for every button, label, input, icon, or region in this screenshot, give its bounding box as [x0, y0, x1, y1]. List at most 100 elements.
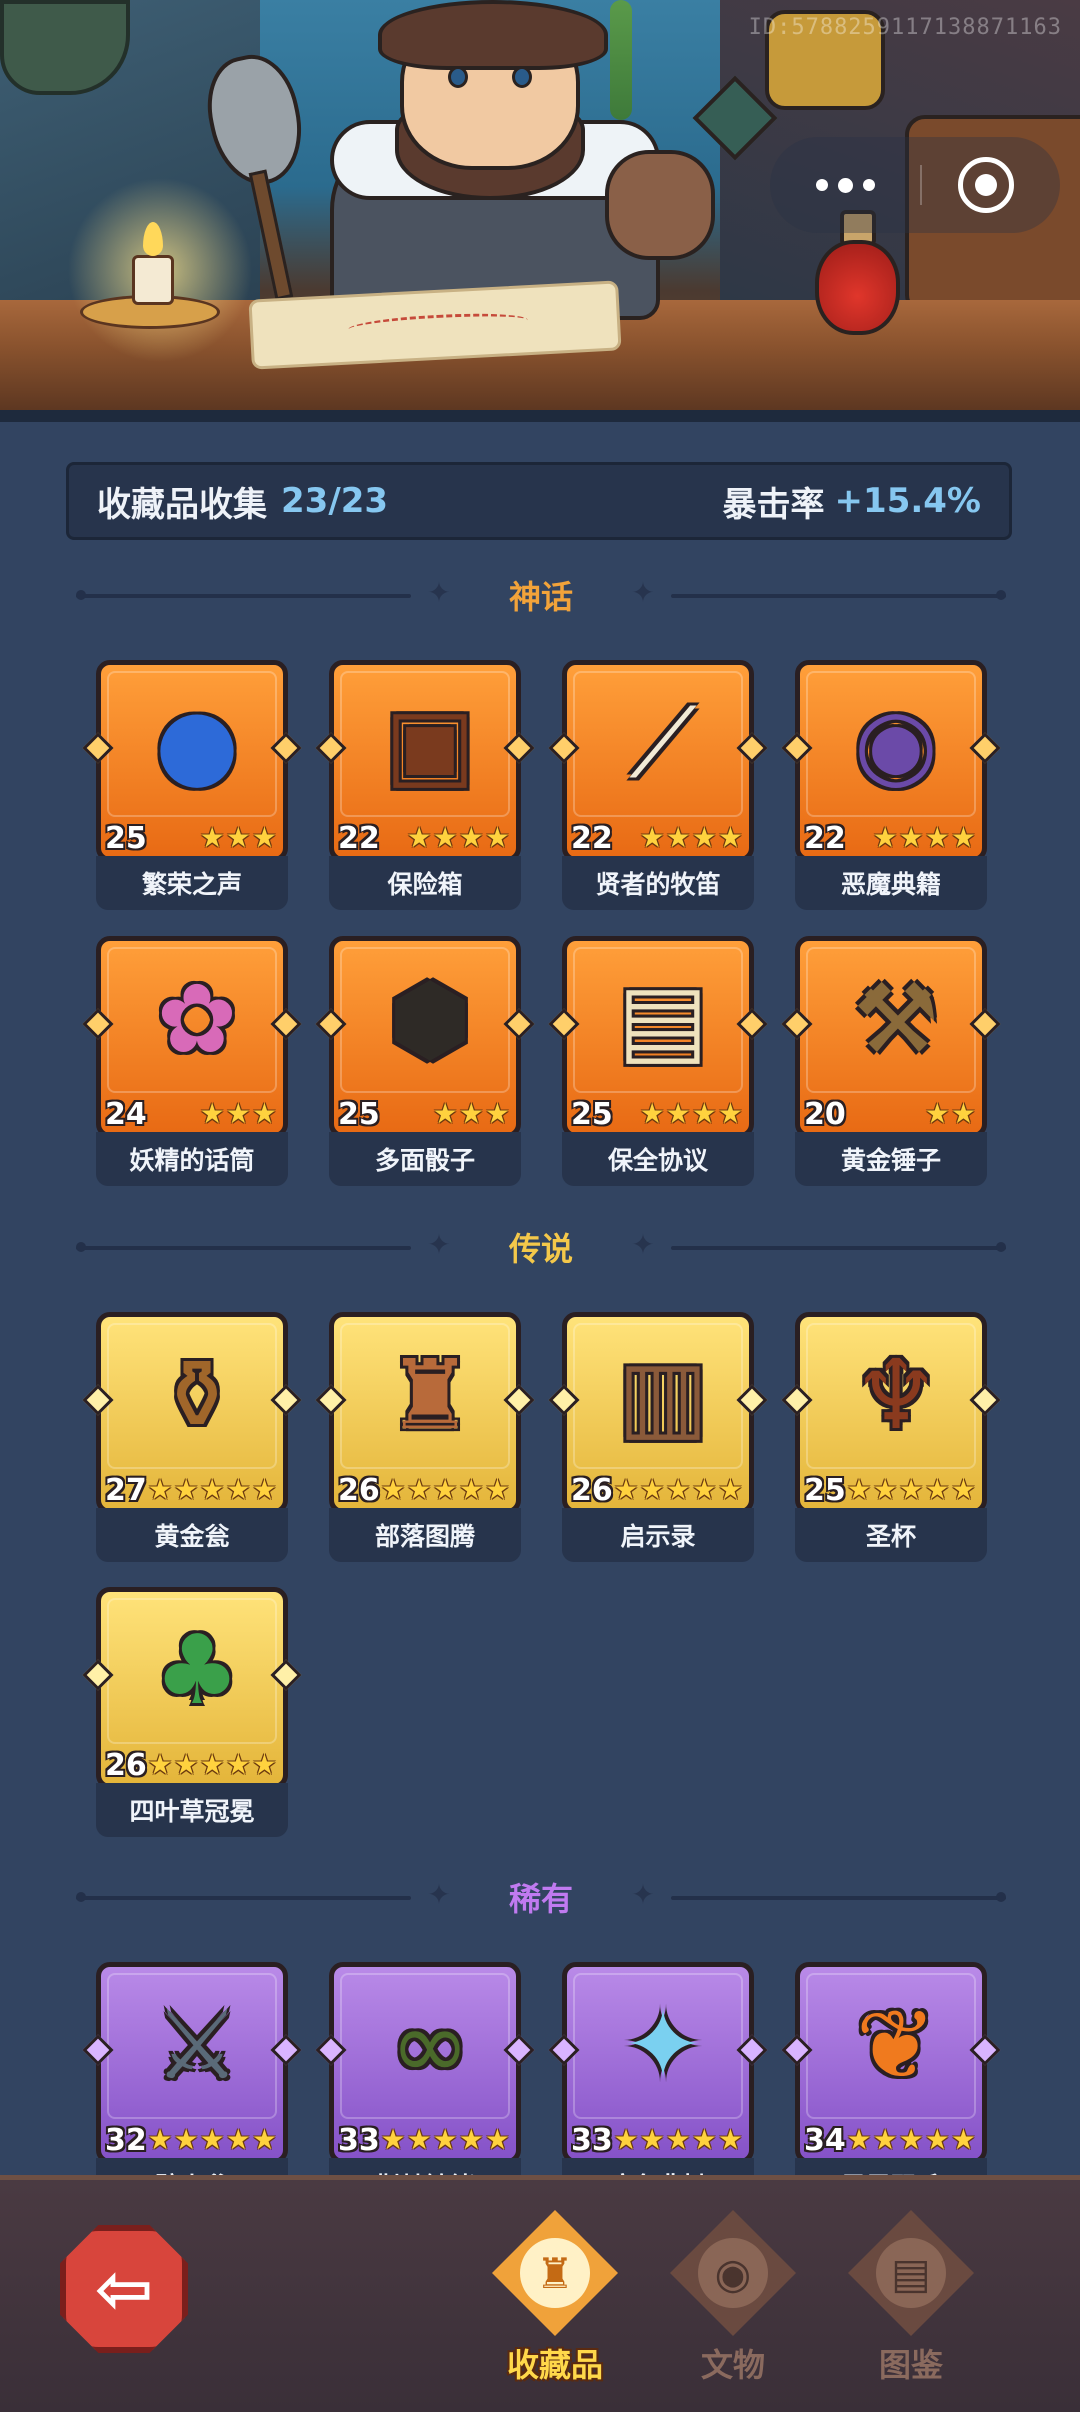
back-arrow-icon: ⇦ [94, 2248, 154, 2330]
card-level: 25 [105, 820, 147, 856]
dwarf-hair [378, 0, 608, 70]
collectible-card[interactable]: ♜ 26 ★ ★ ★ ★ ★ 部落图腾 [315, 1312, 535, 1562]
collectible-card[interactable]: ◉ 22 ★ ★ ★ ★ 恶魔典籍 [781, 660, 1001, 910]
star-icon: ★ [846, 2123, 872, 2156]
card-name: 部落图腾 [374, 1522, 475, 1551]
card-level: 32 [105, 2122, 147, 2158]
golden-hammer-icon: ⚒ [852, 963, 940, 1075]
star-icon: ★ [406, 821, 432, 854]
card-name-plate: 四叶草冠冕 [96, 1783, 288, 1837]
star-icon: ★ [950, 821, 976, 854]
star-rating: ★ ★ ★ ★ ★ [613, 2125, 743, 2155]
card-name-plate: 贤者的牧笛 [562, 856, 754, 910]
star-rating: ★ ★ ★ ★ [640, 1099, 743, 1129]
star-icon: ★ [665, 1473, 691, 1506]
star-icon: ★ [380, 2123, 406, 2156]
card-name-plate: 黄金锤子 [795, 1132, 987, 1186]
star-icon: ★ [950, 1097, 976, 1130]
card-level-strip: 27 ★ ★ ★ ★ ★ [101, 1471, 283, 1509]
dwarf-fist [605, 150, 715, 260]
star-icon: ★ [199, 1473, 225, 1506]
star-icon: ★ [846, 1473, 872, 1506]
card-frame: ⚱ 27 ★ ★ ★ ★ ★ [82, 1312, 302, 1514]
divider-dot [996, 1242, 1006, 1252]
collection-stat-bar: 收藏品收集 23/23 暴击率 +15.4% [66, 462, 1012, 540]
collectible-card[interactable]: ⚱ 27 ★ ★ ★ ★ ★ 黄金瓮 [82, 1312, 302, 1562]
dwarf-eye-left [448, 66, 468, 88]
star-icon: ★ [717, 1473, 743, 1506]
collectible-card[interactable]: ♆ 25 ★ ★ ★ ★ ★ 圣杯 [781, 1312, 1001, 1562]
eye-relic-icon: ◉ [698, 2238, 768, 2308]
tab-collectibles[interactable]: ♜ 收藏品 [480, 2210, 630, 2400]
star-icon: ★ [147, 2123, 173, 2156]
card-level: 34 [804, 2122, 846, 2158]
card-name: 黄金瓮 [154, 1522, 230, 1551]
card-level-strip: 26 ★ ★ ★ ★ ★ [101, 1746, 283, 1784]
card-level: 25 [338, 1096, 380, 1132]
card-frame: ♣ 26 ★ ★ ★ ★ ★ [82, 1587, 302, 1789]
card-level: 24 [105, 1096, 147, 1132]
fairy-microphone-icon: ✿ [156, 963, 238, 1075]
star-icon: ★ [406, 1473, 432, 1506]
card-level: 20 [804, 1096, 846, 1132]
card-level: 26 [338, 1472, 380, 1508]
sparkle-icon: ✦ [631, 1878, 655, 1911]
star-icon: ★ [225, 1748, 251, 1781]
star-icon: ★ [924, 2123, 950, 2156]
star-icon: ★ [639, 821, 665, 854]
capsule-divider [920, 165, 922, 205]
star-icon: ★ [484, 1473, 510, 1506]
star-icon: ★ [691, 2123, 717, 2156]
tab-label-relics: 文物 [700, 2346, 765, 2384]
star-icon: ★ [872, 821, 898, 854]
star-rating: ★ ★ ★ ★ [873, 823, 976, 853]
star-icon: ★ [717, 2123, 743, 2156]
collectibles-icon: ♜ [520, 2238, 590, 2308]
star-icon: ★ [173, 1748, 199, 1781]
star-icon: ★ [717, 1097, 743, 1130]
star-icon: ★ [639, 1097, 665, 1130]
divider-dot [996, 590, 1006, 600]
open-book-icon: ▥ [617, 1339, 709, 1451]
collectible-card[interactable]: ● 25 ★ ★ ★ 繁荣之声 [82, 660, 302, 910]
star-icon: ★ [691, 1097, 717, 1130]
collectible-card[interactable]: ▤ 25 ★ ★ ★ ★ 保全协议 [548, 936, 768, 1186]
card-name-plate: 部落图腾 [329, 1508, 521, 1562]
tab-badge: ▤ [848, 2210, 974, 2336]
star-icon: ★ [717, 821, 743, 854]
tab-relics[interactable]: ◉ 文物 [658, 2210, 808, 2400]
dwarf-eye-right [512, 66, 532, 88]
collectible-card[interactable]: ▣ 22 ★ ★ ★ ★ 保险箱 [315, 660, 535, 910]
back-button[interactable]: ⇦ [60, 2225, 188, 2353]
collectible-card[interactable]: ⟋ 22 ★ ★ ★ ★ 贤者的牧笛 [548, 660, 768, 910]
card-frame: ✿ 24 ★ ★ ★ [82, 936, 302, 1138]
collectible-card[interactable]: ⚒ 20 ★ ★ 黄金锤子 [781, 936, 1001, 1186]
star-rating: ★ ★ ★ [200, 823, 277, 853]
collectible-card[interactable]: ♣ 26 ★ ★ ★ ★ ★ 四叶草冠冕 [82, 1587, 302, 1837]
card-level-strip: 25 ★ ★ ★ ★ [567, 1095, 749, 1133]
more-dots-icon[interactable] [770, 137, 920, 233]
collectible-card[interactable]: ▥ 26 ★ ★ ★ ★ ★ 启示录 [548, 1312, 768, 1562]
star-rating: ★ ★ ★ ★ ★ [846, 2125, 976, 2155]
star-icon: ★ [251, 1748, 277, 1781]
card-level: 25 [571, 1096, 613, 1132]
star-icon: ★ [484, 1097, 510, 1130]
card-level: 22 [571, 820, 613, 856]
star-rating: ★ ★ ★ ★ [640, 823, 743, 853]
collectible-card[interactable]: ✿ 24 ★ ★ ★ 妖精的话筒 [82, 936, 302, 1186]
target-circle-icon[interactable] [958, 157, 1014, 213]
star-icon: ★ [924, 1097, 950, 1130]
star-icon: ★ [251, 821, 277, 854]
card-frame: ✦ 33 ★ ★ ★ ★ ★ [548, 1962, 768, 2164]
star-icon: ★ [199, 821, 225, 854]
scene-divider [0, 410, 1080, 422]
collectible-card[interactable]: ⬢ 25 ★ ★ ★ 多面骰子 [315, 936, 535, 1186]
star-rating: ★ ★ ★ ★ ★ [147, 1475, 277, 1505]
card-level-strip: 25 ★ ★ ★ [101, 819, 283, 857]
card-name: 妖精的话筒 [129, 1146, 255, 1175]
tab-codex[interactable]: ▤ 图鉴 [836, 2210, 986, 2400]
crit-rate-value: +15.4% [834, 481, 981, 521]
divider-line-right [671, 1246, 1006, 1250]
star-rating: ★ ★ ★ ★ ★ [846, 1475, 976, 1505]
star-rating: ★ ★ ★ [200, 1099, 277, 1129]
